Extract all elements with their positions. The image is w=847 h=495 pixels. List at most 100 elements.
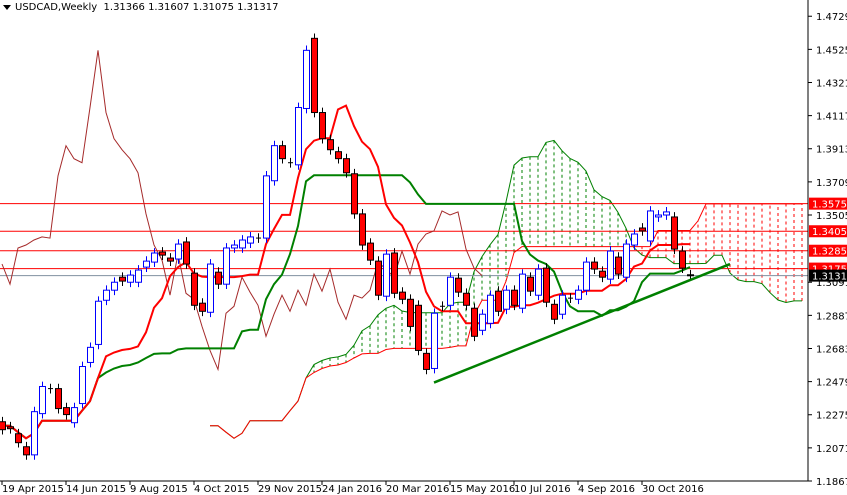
candle-body — [463, 292, 470, 306]
x-tick-label: 4 Sep 2016 — [578, 484, 635, 495]
candle — [335, 146, 342, 164]
candle — [263, 170, 270, 243]
candle-body — [95, 300, 102, 345]
y-tick-label: 1.20710 — [816, 444, 847, 455]
candle — [447, 272, 454, 311]
candle-body — [327, 139, 334, 151]
candle — [495, 286, 502, 317]
candle-body — [623, 243, 630, 278]
y-tick-label: 1.37090 — [816, 178, 847, 189]
candle — [519, 269, 526, 314]
x-tick-label: 19 Apr 2015 — [2, 484, 64, 495]
candle-body — [375, 260, 382, 296]
candle-body — [615, 256, 622, 275]
candle-body — [655, 214, 662, 218]
y-tick-label: 1.18670 — [816, 477, 847, 488]
candle-body — [271, 145, 278, 182]
candle — [583, 257, 590, 296]
price-chart[interactable]: 1.47290 1.45250 1.43210 1.41170 1.39130 1.370… — [0, 0, 847, 495]
candle — [671, 212, 678, 254]
x-tick-label: 24 Jan 2016 — [322, 484, 382, 495]
candle-body — [311, 37, 318, 114]
candle-body — [471, 307, 478, 337]
y-tick-label: 1.43210 — [816, 78, 847, 89]
candle-body — [15, 433, 22, 444]
candle-body — [591, 261, 598, 270]
candle — [543, 263, 550, 308]
dropdown-triangle-icon[interactable] — [3, 4, 11, 10]
candle-body — [87, 346, 94, 363]
candle-body — [335, 151, 342, 160]
candle-body — [0, 421, 6, 431]
candle-body — [391, 252, 398, 294]
candle — [239, 235, 246, 253]
candle-body — [223, 247, 230, 285]
candle-body — [63, 407, 70, 416]
candle-body — [431, 312, 438, 369]
candle — [207, 259, 214, 318]
candle — [191, 268, 198, 311]
candle-body — [423, 352, 430, 370]
candle-body — [23, 446, 30, 456]
candle — [143, 256, 150, 273]
chart-title: USDCAD,Weekly 1.31366 1.31607 1.31075 1.… — [3, 2, 278, 13]
candle-body — [607, 250, 614, 280]
candle-body — [447, 276, 454, 306]
x-tick-label: 10 Jul 2016 — [514, 484, 571, 495]
y-tick-label: 1.35050 — [816, 211, 847, 222]
candle-body — [31, 411, 38, 456]
candle-body — [111, 281, 118, 291]
candle — [471, 303, 478, 342]
candle — [288, 157, 293, 168]
candle — [607, 246, 614, 285]
x-tick-label: 4 Oct 2015 — [194, 484, 249, 495]
candle-body — [647, 210, 654, 242]
candle-body — [551, 303, 558, 320]
candle — [383, 249, 390, 302]
candle-body — [575, 289, 582, 300]
candle — [256, 233, 261, 243]
candle-body — [663, 211, 670, 216]
candle-body — [215, 271, 222, 285]
price-level-label: 1.35750 — [812, 200, 847, 211]
candle — [63, 402, 70, 420]
candle-body — [175, 243, 182, 260]
candle — [351, 168, 358, 219]
candle — [647, 206, 654, 246]
candle-body — [127, 274, 134, 283]
candle — [303, 45, 310, 114]
candle-body — [79, 366, 86, 405]
price-level-label: 1.32850 — [812, 247, 847, 258]
candle — [215, 267, 222, 290]
candle — [343, 153, 350, 178]
candle-body — [167, 257, 174, 262]
candle — [359, 208, 366, 250]
candle-body — [543, 267, 550, 303]
candle — [479, 309, 486, 336]
x-tick-label: 14 Jun 2015 — [66, 484, 126, 495]
candle-body — [279, 145, 286, 160]
candle-body — [415, 304, 422, 351]
candle — [95, 296, 102, 350]
candle-body — [495, 290, 502, 312]
y-tick-label: 1.45250 — [816, 45, 847, 56]
x-tick-label: 20 Mar 2016 — [386, 484, 449, 495]
candle — [7, 421, 14, 434]
candle — [399, 287, 406, 305]
candle-body — [487, 294, 494, 324]
x-tick-label: 9 Aug 2015 — [130, 484, 188, 495]
candle — [415, 300, 422, 356]
x-tick-label: 29 Nov 2015 — [258, 484, 322, 495]
candle — [423, 348, 430, 375]
candle-body — [511, 289, 518, 306]
candle — [48, 383, 53, 394]
candle — [568, 293, 573, 304]
candle-body — [687, 274, 694, 277]
candle-body — [351, 173, 358, 215]
candle-body — [639, 227, 646, 232]
candle — [199, 298, 206, 317]
candle — [127, 270, 134, 288]
candle — [223, 243, 230, 290]
candle-body — [143, 260, 150, 268]
y-tick-label: 1.28870 — [816, 311, 847, 322]
